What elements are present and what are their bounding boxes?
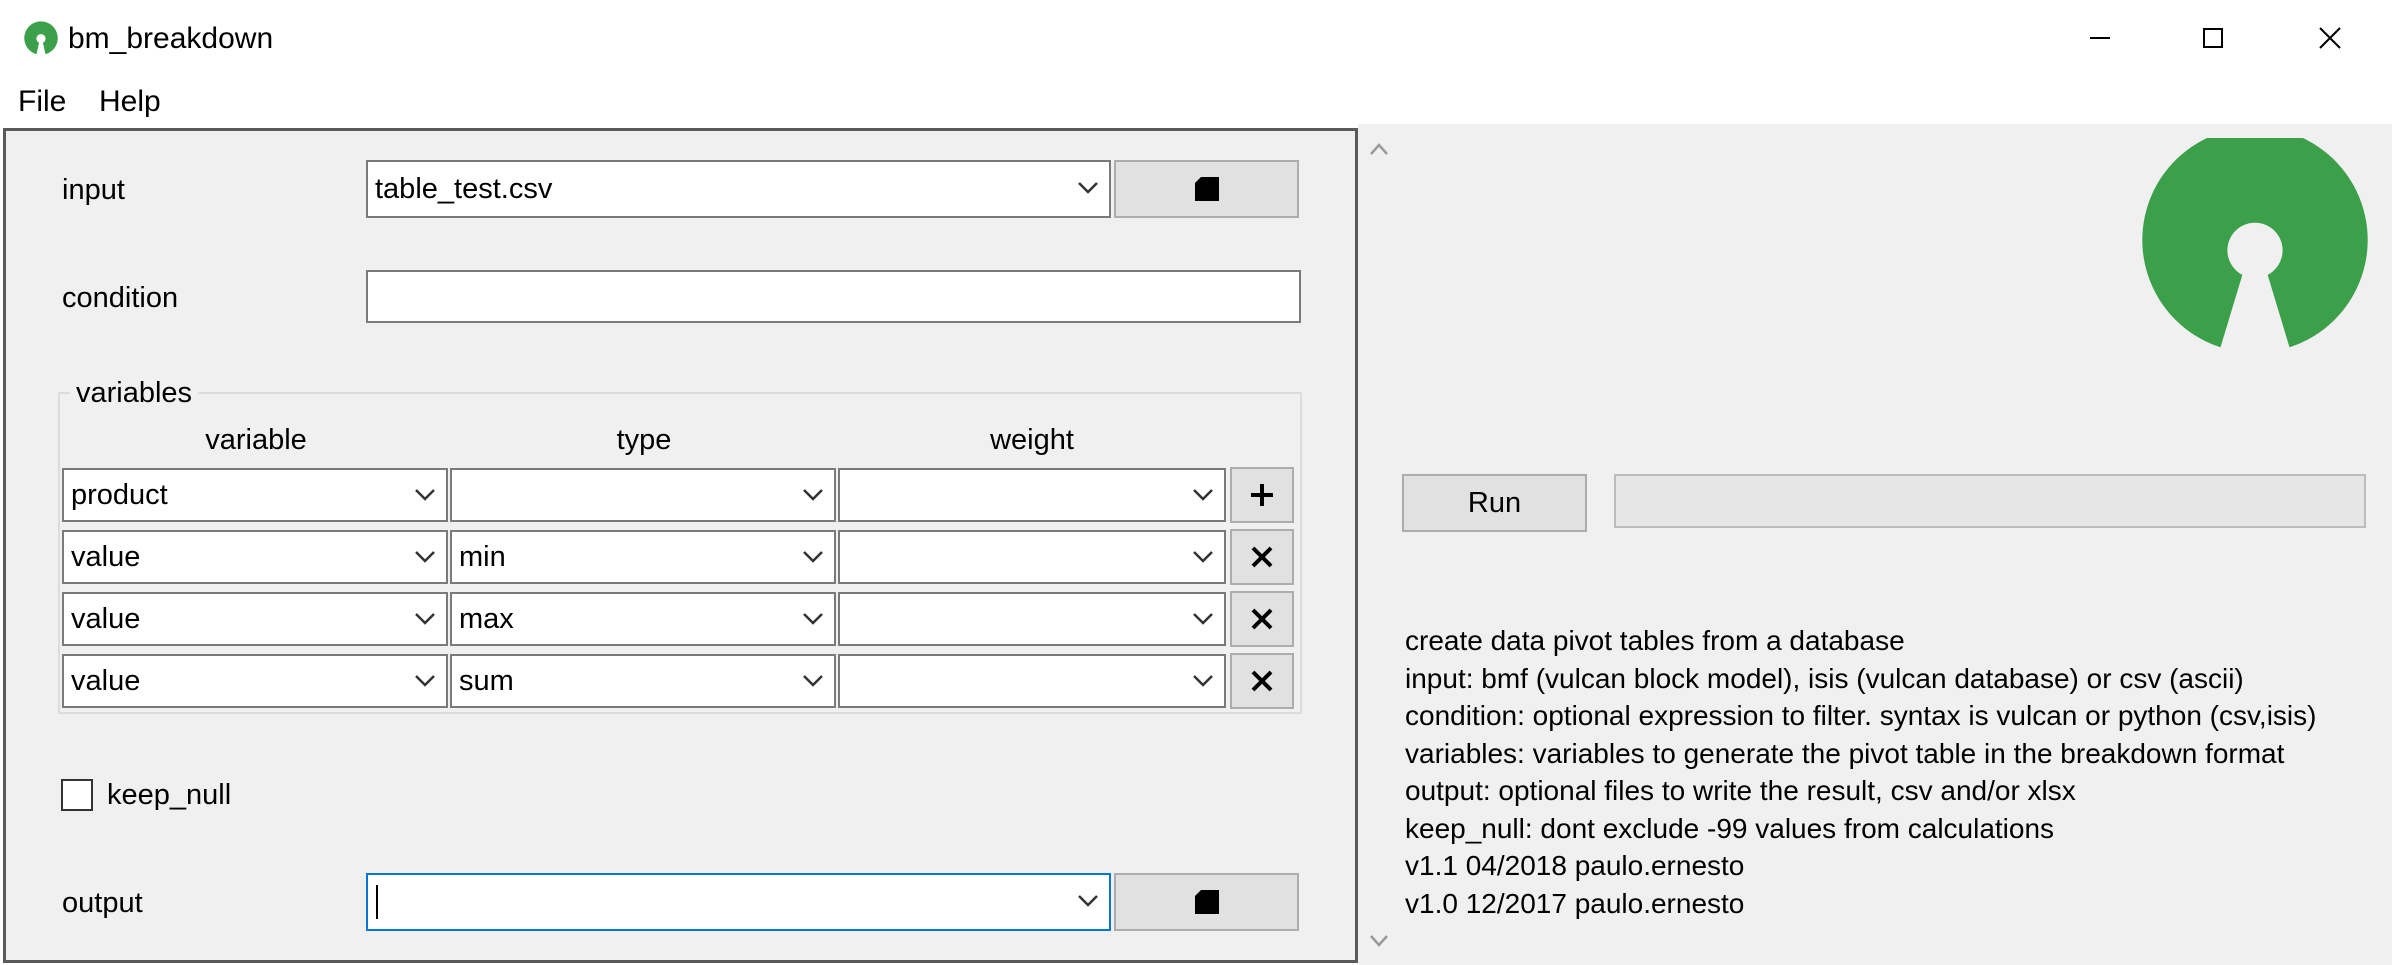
type-value: sum — [459, 665, 514, 697]
condition-input[interactable] — [366, 270, 1301, 323]
weight-combobox[interactable] — [838, 592, 1226, 646]
type-combobox[interactable]: min — [450, 530, 836, 584]
help-line: create data pivot tables from a database — [1405, 625, 1905, 656]
help-line: keep_null: dont exclude -99 values from … — [1405, 812, 2055, 844]
remove-row-button[interactable] — [1230, 653, 1294, 709]
variables-group-title: variables — [70, 376, 199, 410]
variable-combobox[interactable]: product — [62, 468, 448, 522]
title-bar: bm_breakdown — [0, 0, 2392, 76]
variable-combobox[interactable]: value — [62, 530, 448, 584]
scroll-down-icon[interactable] — [1368, 932, 1390, 950]
type-value: max — [459, 603, 514, 635]
chevron-down-icon — [1193, 613, 1213, 625]
open-source-logo-icon — [2142, 138, 2368, 348]
run-button[interactable]: Run — [1402, 474, 1587, 532]
output-label: output — [62, 887, 143, 919]
help-line: variables: variables to generate the piv… — [1405, 737, 2285, 769]
chevron-down-icon — [1193, 489, 1213, 501]
weight-combobox[interactable] — [838, 530, 1226, 584]
plus-icon — [1251, 484, 1273, 506]
minimize-button[interactable] — [2045, 0, 2155, 76]
variable-value: value — [71, 541, 141, 573]
output-combobox[interactable] — [366, 873, 1111, 931]
progress-bar — [1614, 474, 2366, 528]
text-cursor — [376, 885, 378, 919]
minimize-icon — [2090, 37, 2110, 39]
type-combobox[interactable]: sum — [450, 654, 836, 708]
add-row-button[interactable] — [1230, 467, 1294, 523]
help-line: output: optional files to write the resu… — [1405, 775, 2076, 806]
chevron-down-icon — [803, 551, 823, 563]
chevron-down-icon — [803, 675, 823, 687]
chevron-down-icon — [1078, 182, 1098, 194]
variable-value: value — [71, 665, 141, 697]
close-icon — [1251, 670, 1273, 692]
input-combobox[interactable]: table_test.csv — [366, 160, 1111, 218]
maximize-button[interactable] — [2158, 0, 2268, 76]
weight-combobox[interactable] — [838, 468, 1226, 522]
chevron-down-icon — [803, 489, 823, 501]
close-button[interactable] — [2275, 0, 2385, 76]
close-icon — [1251, 546, 1273, 568]
keep-null-label: keep_null — [107, 779, 232, 811]
keep-null-checkbox[interactable] — [61, 779, 93, 811]
scroll-up-icon[interactable] — [1368, 140, 1390, 158]
type-value: min — [459, 541, 506, 573]
file-icon — [1194, 890, 1219, 914]
chevron-down-icon — [803, 613, 823, 625]
remove-row-button[interactable] — [1230, 591, 1294, 647]
menu-file[interactable]: File — [18, 80, 66, 124]
column-header-variable: variable — [205, 424, 307, 456]
menu-bar: File Help — [0, 80, 2392, 124]
weight-combobox[interactable] — [838, 654, 1226, 708]
variable-combobox[interactable]: value — [62, 654, 448, 708]
close-icon — [2319, 27, 2341, 49]
help-line: input: bmf (vulcan block model), isis (v… — [1405, 662, 2244, 694]
column-header-weight: weight — [990, 424, 1074, 456]
condition-label: condition — [62, 282, 179, 314]
chevron-down-icon — [415, 675, 435, 687]
chevron-down-icon — [1193, 551, 1213, 563]
window-title: bm_breakdown — [68, 22, 274, 55]
variable-combobox[interactable]: value — [62, 592, 448, 646]
variable-value: value — [71, 603, 141, 635]
type-combobox[interactable]: max — [450, 592, 836, 646]
close-icon — [1251, 608, 1273, 630]
help-text: create data pivot tables from a database… — [1405, 622, 2390, 922]
menu-help[interactable]: Help — [99, 80, 161, 124]
input-label: input — [62, 174, 125, 206]
chevron-down-icon — [1078, 895, 1098, 907]
column-header-type: type — [616, 424, 672, 456]
help-line: v1.0 12/2017 paulo.ernesto — [1405, 887, 1745, 919]
file-icon — [1194, 177, 1219, 201]
input-value: table_test.csv — [375, 173, 553, 205]
chevron-down-icon — [415, 613, 435, 625]
help-line: v1.1 04/2018 paulo.ernesto — [1405, 850, 1745, 881]
chevron-down-icon — [415, 489, 435, 501]
input-browse-button[interactable] — [1114, 160, 1299, 218]
maximize-icon — [2203, 28, 2223, 48]
type-combobox[interactable] — [450, 468, 836, 522]
open-source-logo-icon — [24, 21, 58, 55]
chevron-down-icon — [415, 551, 435, 563]
variable-value: product — [71, 479, 168, 511]
chevron-down-icon — [1193, 675, 1213, 687]
help-line: condition: optional expression to filter… — [1405, 700, 2317, 731]
remove-row-button[interactable] — [1230, 529, 1294, 585]
output-browse-button[interactable] — [1114, 873, 1299, 931]
